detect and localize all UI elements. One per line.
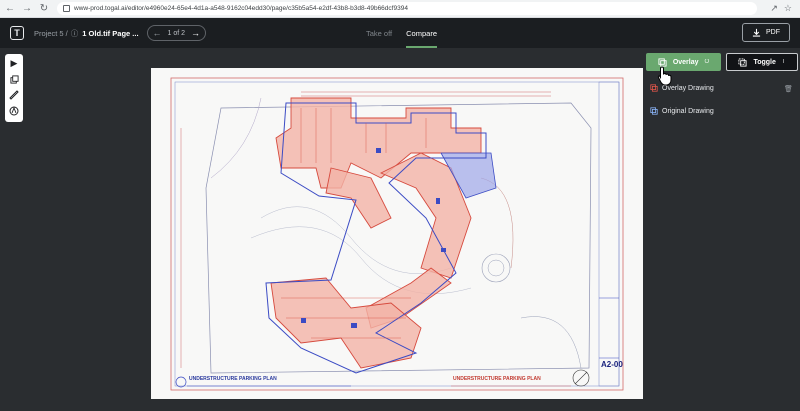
pdf-label: PDF [766, 29, 780, 36]
togal-logo-icon[interactable]: T [10, 26, 24, 40]
toggle-button[interactable]: Toggle T [726, 53, 798, 71]
tab-compare[interactable]: Compare [406, 18, 437, 48]
drawing-sheet[interactable]: UNDERSTRUCTURE PARKING PLAN UNDERSTRUCTU… [151, 68, 643, 399]
original-layer-icon [650, 107, 658, 115]
url-text: www-prod.togal.ai/editor/e4960e24-65e4-4… [74, 5, 408, 12]
breadcrumb-project[interactable]: Project 5 / [34, 29, 68, 38]
download-icon [752, 28, 761, 37]
page-pager: ← 1 of 2 → [146, 25, 207, 41]
delete-layer-icon[interactable]: 🗑 [784, 85, 793, 93]
layer-original-drawing[interactable]: Original Drawing [650, 107, 714, 115]
pager-text: 1 of 2 [167, 29, 186, 37]
plan-title-overlay: UNDERSTRUCTURE PARKING PLAN [453, 376, 541, 382]
forward-icon[interactable]: → [20, 2, 34, 16]
browser-toolbar: ← → ↻ www-prod.togal.ai/editor/e4960e24-… [0, 0, 800, 18]
select-pointer-icon[interactable]: ▶ [8, 57, 20, 69]
address-bar[interactable]: www-prod.togal.ai/editor/e4960e24-65e4-4… [57, 2, 757, 15]
pdf-export-button[interactable]: PDF [742, 23, 790, 42]
ruler-icon[interactable] [8, 89, 20, 101]
overlay-label: Overlay [672, 58, 699, 66]
prev-page-icon[interactable]: ← [153, 28, 162, 38]
reload-icon[interactable]: ↻ [37, 2, 51, 16]
share-icon[interactable]: ↗ [770, 3, 778, 14]
plan-title: UNDERSTRUCTURE PARKING PLAN [189, 376, 277, 382]
lock-icon [63, 5, 70, 12]
layer-original-label: Original Drawing [662, 107, 714, 115]
left-toolbar: ▶ [5, 54, 23, 122]
overlay-shortcut: O [704, 59, 710, 65]
hand-cursor-icon [657, 66, 672, 86]
mode-tabs: Take off Compare [366, 18, 437, 48]
app-header: T Project 5 / ⓘ 1 Old.tif Page ... ← 1 o… [0, 18, 800, 48]
toggle-shortcut: T [781, 59, 786, 65]
file-name[interactable]: 1 Old.tif Page ... [82, 29, 138, 38]
tab-take-off[interactable]: Take off [366, 18, 392, 48]
info-icon[interactable]: ⓘ [71, 28, 79, 39]
copy-icon[interactable] [8, 73, 20, 85]
compare-panel [643, 48, 800, 411]
compass-icon[interactable] [8, 105, 20, 117]
sheet-number: A2-00 [601, 360, 623, 369]
back-icon[interactable]: ← [3, 2, 17, 16]
bookmark-star-icon[interactable]: ☆ [784, 3, 792, 14]
toggle-icon [738, 57, 748, 67]
next-page-icon[interactable]: → [191, 28, 200, 38]
site-plan-drawing [170, 77, 624, 391]
toggle-label: Toggle [753, 58, 776, 66]
